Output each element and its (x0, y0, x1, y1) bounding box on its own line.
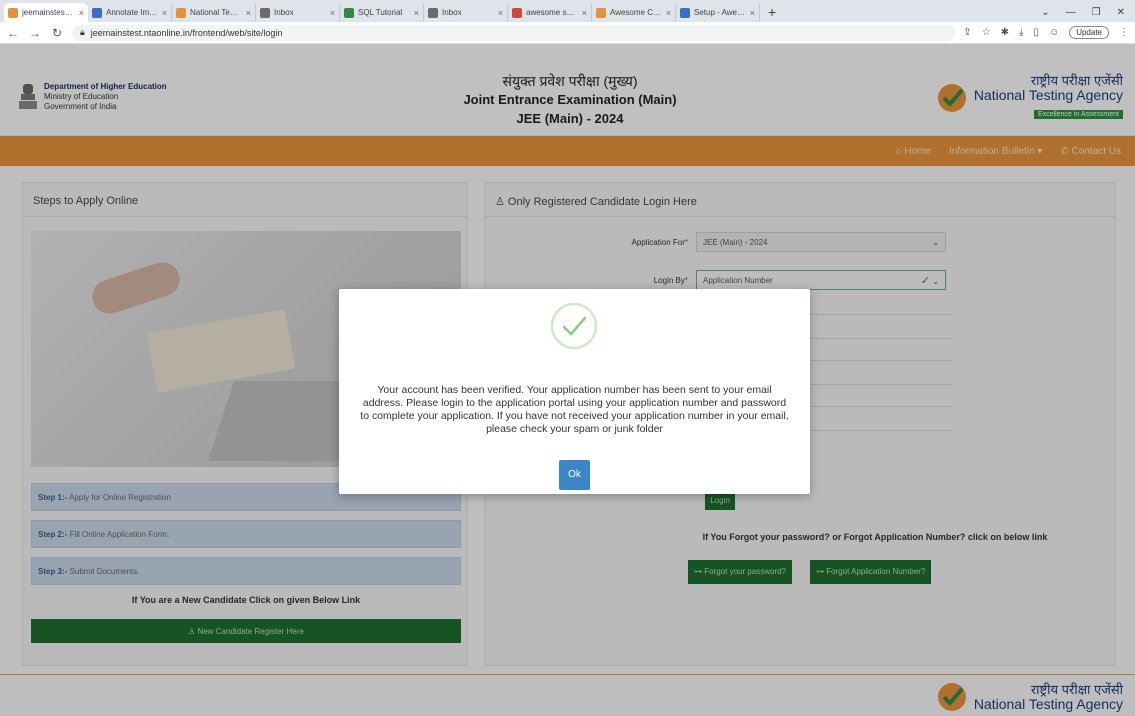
tab-favicon-icon (260, 7, 270, 18)
browser-tab[interactable]: Awesome ChatGPT × (592, 3, 676, 22)
browser-tab[interactable]: Inbox × (256, 3, 340, 22)
back-icon[interactable]: ← (6, 26, 20, 40)
tab-title: Setup - Awesome S (694, 8, 746, 17)
tab-close-icon[interactable]: × (666, 8, 671, 18)
browser-tab[interactable]: Inbox × (424, 3, 508, 22)
tab-favicon-icon (176, 7, 186, 18)
url-text: jeemainstest.ntaonline.in/frontend/web/s… (90, 27, 283, 38)
reload-icon[interactable]: ↻ (50, 26, 64, 40)
profile-avatar-icon[interactable]: ☺ (1049, 27, 1059, 38)
share-icon[interactable]: ⇪ (963, 27, 971, 38)
tab-close-icon[interactable]: × (414, 8, 419, 18)
browser-tab-bar: jeemainstest.ntaonli×Annotate Image×Nati… (0, 0, 1135, 22)
tab-title: Annotate Image (106, 8, 158, 17)
sidepanel-icon[interactable]: ▯ (1033, 27, 1039, 38)
tab-favicon-icon (92, 7, 102, 18)
tab-favicon-icon (596, 7, 606, 18)
tab-title: awesome screenshot (526, 8, 578, 17)
url-field[interactable]: 🔒︎ jeemainstest.ntaonline.in/frontend/we… (72, 24, 956, 41)
browser-tab[interactable]: National Testing Age × (172, 3, 256, 22)
toolbar-icons: ⇪ ☆ ✱ ⤓ ▯ ☺ Update ⋮ (963, 26, 1129, 39)
browser-tab[interactable]: SQL Tutorial × (340, 3, 424, 22)
tab-close-icon[interactable]: × (582, 8, 587, 18)
tab-favicon-icon (344, 7, 354, 18)
download-icon[interactable]: ⤓ (1019, 27, 1023, 38)
address-bar-row: ← → ↻ 🔒︎ jeemainstest.ntaonline.in/front… (0, 22, 1135, 44)
window-controls: ⌄ — ❐ ✕ (1041, 3, 1135, 22)
ok-button[interactable]: Ok (559, 460, 590, 490)
close-window-icon[interactable]: ✕ (1117, 3, 1125, 22)
tab-close-icon[interactable]: × (246, 8, 251, 18)
tab-search-icon[interactable]: ⌄ (1041, 3, 1049, 22)
tab-title: SQL Tutorial (358, 8, 403, 17)
tab-close-icon[interactable]: × (330, 8, 335, 18)
verification-dialog: Your account has been verified. Your app… (339, 289, 810, 494)
restore-icon[interactable]: ❐ (1092, 3, 1101, 22)
new-tab-button[interactable]: + (760, 3, 784, 22)
tab-favicon-icon (512, 7, 522, 18)
tab-close-icon[interactable]: × (162, 8, 167, 18)
browser-tab[interactable]: awesome screenshot × (508, 3, 592, 22)
tab-title: National Testing Age (190, 8, 242, 17)
success-check-icon (550, 302, 598, 350)
browser-tab[interactable]: jeemainstest.ntaonli × (4, 3, 88, 22)
bookmark-star-icon[interactable]: ☆ (982, 27, 991, 38)
extensions-icon[interactable]: ✱ (1001, 27, 1009, 38)
browser-tab[interactable]: Setup - Awesome S × (676, 3, 760, 22)
tab-favicon-icon (428, 7, 438, 18)
minimize-icon[interactable]: — (1066, 3, 1076, 22)
lock-icon: 🔒︎ (80, 27, 85, 37)
browser-tab[interactable]: Annotate Image × (88, 3, 172, 22)
tab-close-icon[interactable]: × (79, 8, 84, 18)
tab-favicon-icon (8, 7, 18, 18)
menu-kebab-icon[interactable]: ⋮ (1119, 27, 1129, 38)
tab-title: Inbox (274, 8, 294, 17)
tab-list: jeemainstest.ntaonli×Annotate Image×Nati… (4, 3, 760, 22)
forward-icon[interactable]: → (28, 26, 42, 40)
dialog-message: Your account has been verified. Your app… (360, 384, 789, 435)
tab-title: Awesome ChatGPT (610, 8, 662, 17)
tab-title: Inbox (442, 8, 462, 17)
tab-title: jeemainstest.ntaonli (22, 8, 75, 17)
tab-close-icon[interactable]: × (750, 8, 755, 18)
update-button[interactable]: Update (1069, 26, 1109, 39)
tab-favicon-icon (680, 7, 690, 18)
tab-close-icon[interactable]: × (498, 8, 503, 18)
